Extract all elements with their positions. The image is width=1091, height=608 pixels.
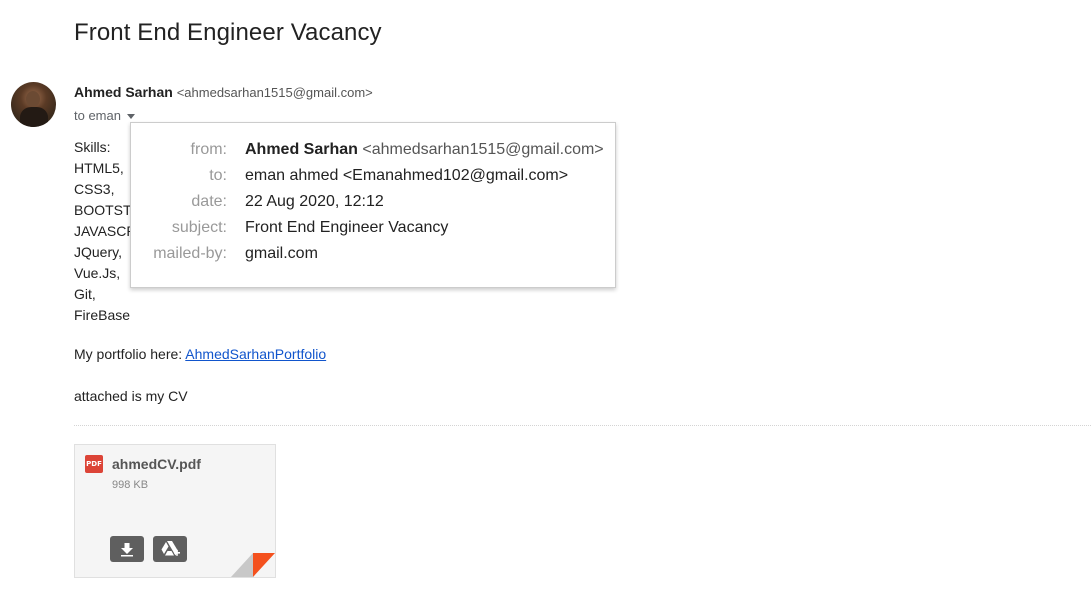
details-subject-row: subject: Front End Engineer Vacancy xyxy=(131,219,615,245)
details-mailedby-value: gmail.com xyxy=(245,245,318,262)
message-details-popup: from: Ahmed Sarhan <ahmedsarhan1515@gmai… xyxy=(130,122,616,288)
recipients-toggle[interactable]: to eman xyxy=(74,108,135,123)
attachment-file-name: ahmedCV.pdf xyxy=(112,456,201,472)
details-subject-value: Front End Engineer Vacancy xyxy=(245,219,449,236)
details-date-value: 22 Aug 2020, 12:12 xyxy=(245,193,384,210)
add-to-drive-icon xyxy=(161,541,180,556)
details-to-label: to: xyxy=(209,167,227,184)
avatar-body xyxy=(20,107,48,127)
to-line-text: to eman xyxy=(74,108,121,123)
add-to-drive-button[interactable] xyxy=(153,536,187,562)
sender-name[interactable]: Ahmed Sarhan xyxy=(74,84,173,100)
sender-avatar[interactable] xyxy=(11,82,56,127)
chevron-down-icon[interactable] xyxy=(126,114,135,120)
attached-text: attached is my CV xyxy=(74,388,188,404)
details-mailedby-label: mailed-by: xyxy=(153,245,227,262)
portfolio-link[interactable]: AhmedSarhanPortfolio xyxy=(185,346,326,362)
details-from-value: Ahmed Sarhan <ahmedsarhan1515@gmail.com> xyxy=(245,141,604,159)
download-button[interactable] xyxy=(110,536,144,562)
portfolio-line: My portfolio here: AhmedSarhanPortfolio xyxy=(74,346,326,362)
details-mailedby-row: mailed-by: gmail.com xyxy=(131,245,615,271)
download-icon xyxy=(121,543,133,557)
details-date-label: date: xyxy=(191,193,227,210)
details-subject-label: subject: xyxy=(171,219,227,236)
email-subject: Front End Engineer Vacancy xyxy=(74,19,382,46)
attachment-file-size: 998 KB xyxy=(112,479,149,491)
attachments-divider xyxy=(74,425,1091,426)
pdf-icon: PDF xyxy=(85,455,103,473)
details-to-row: to: eman ahmed <Emanahmed102@gmail.com> xyxy=(131,167,615,193)
details-from-row: from: Ahmed Sarhan <ahmedsarhan1515@gmai… xyxy=(131,141,615,167)
attachment-card[interactable]: PDF ahmedCV.pdf 998 KB xyxy=(74,444,276,578)
details-to-value: eman ahmed <Emanahmed102@gmail.com> xyxy=(245,167,569,184)
details-date-row: date: 22 Aug 2020, 12:12 xyxy=(131,193,615,219)
sender-email: <ahmedsarhan1515@gmail.com> xyxy=(176,85,373,100)
skills-line: FireBase xyxy=(74,307,131,323)
details-from-email: <ahmedsarhan1515@gmail.com> xyxy=(362,141,604,158)
avatar-head xyxy=(26,91,40,107)
sender-line: Ahmed Sarhan <ahmedsarhan1515@gmail.com> xyxy=(74,84,373,100)
details-from-name: Ahmed Sarhan xyxy=(245,141,358,158)
portfolio-prefix: My portfolio here: xyxy=(74,346,186,362)
page-fold-corner xyxy=(231,553,275,577)
details-from-label: from: xyxy=(190,141,227,158)
